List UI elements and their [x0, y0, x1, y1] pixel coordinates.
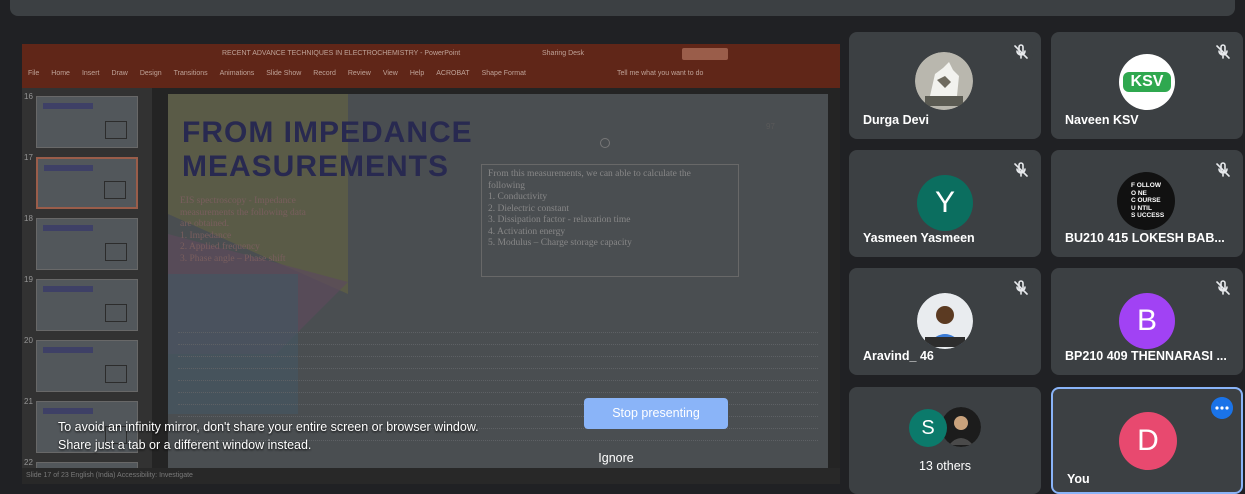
avatar: Y — [917, 175, 973, 231]
avatar: B — [1119, 293, 1175, 349]
infinity-mirror-warning: To avoid an infinity mirror, don't share… — [58, 418, 479, 454]
more-options-icon[interactable] — [1211, 397, 1233, 419]
mic-off-icon — [1009, 158, 1033, 182]
logo-line: U NTIL — [1131, 204, 1152, 212]
others-count: 13 others — [918, 459, 972, 473]
participant-name: Durga Devi — [863, 113, 929, 127]
avatar — [941, 407, 981, 447]
participant-tile[interactable]: Aravind_ 46 — [849, 268, 1041, 375]
ignore-button[interactable]: Ignore — [596, 451, 636, 465]
participant-name: BP210 409 THENNARASI ... — [1065, 349, 1227, 363]
mic-off-icon — [1211, 276, 1235, 300]
avatar: S — [909, 409, 947, 447]
participant-tile[interactable]: F OLLOW O NE C OURSE U NTIL S UCCESS BU210 4… — [1051, 150, 1243, 257]
stop-presenting-button[interactable]: Stop presenting — [584, 398, 728, 429]
participant-name: Naveen KSV — [1065, 113, 1139, 127]
participant-tile[interactable]: Y Yasmeen Yasmeen — [849, 150, 1041, 257]
logo-line: S UCCESS — [1131, 212, 1165, 219]
participant-name: Yasmeen Yasmeen — [863, 231, 975, 245]
logo-line: F OLLOW — [1131, 182, 1161, 189]
mic-off-icon — [1009, 40, 1033, 64]
warning-line-2: Share just a tab or a different window i… — [58, 438, 312, 452]
participant-tile[interactable]: KSV Naveen KSV — [1051, 32, 1243, 139]
mic-off-icon — [1211, 40, 1235, 64]
avatar — [915, 52, 973, 110]
mic-off-icon — [1211, 158, 1235, 182]
participant-tile[interactable]: Durga Devi — [849, 32, 1041, 139]
avatar: KSV — [1119, 54, 1175, 110]
logo-line: O NE — [1131, 189, 1147, 197]
participant-tile[interactable]: B BP210 409 THENNARASI ... — [1051, 268, 1243, 375]
avatar: F OLLOW O NE C OURSE U NTIL S UCCESS — [1117, 172, 1175, 230]
mic-off-icon — [1009, 276, 1033, 300]
avatar: D — [1119, 412, 1177, 470]
self-name: You — [1067, 472, 1090, 486]
warning-line-1: To avoid an infinity mirror, don't share… — [58, 420, 479, 434]
top-bar — [10, 0, 1235, 16]
others-tile[interactable]: S 13 others — [849, 387, 1041, 494]
participant-name: Aravind_ 46 — [863, 349, 934, 363]
self-tile[interactable]: D You — [1051, 387, 1243, 494]
participant-name: BU210 415 LOKESH BAB... — [1065, 231, 1225, 245]
avatar — [917, 293, 973, 349]
ksv-logo: KSV — [1123, 72, 1171, 92]
logo-line: C OURSE — [1131, 197, 1161, 204]
